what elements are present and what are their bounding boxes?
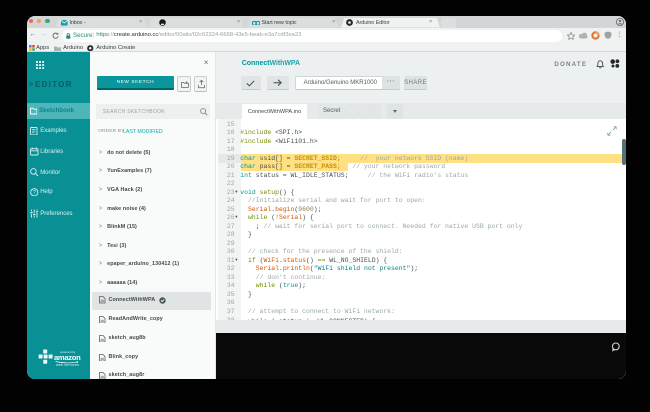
svg-text:?: ? — [33, 190, 36, 196]
